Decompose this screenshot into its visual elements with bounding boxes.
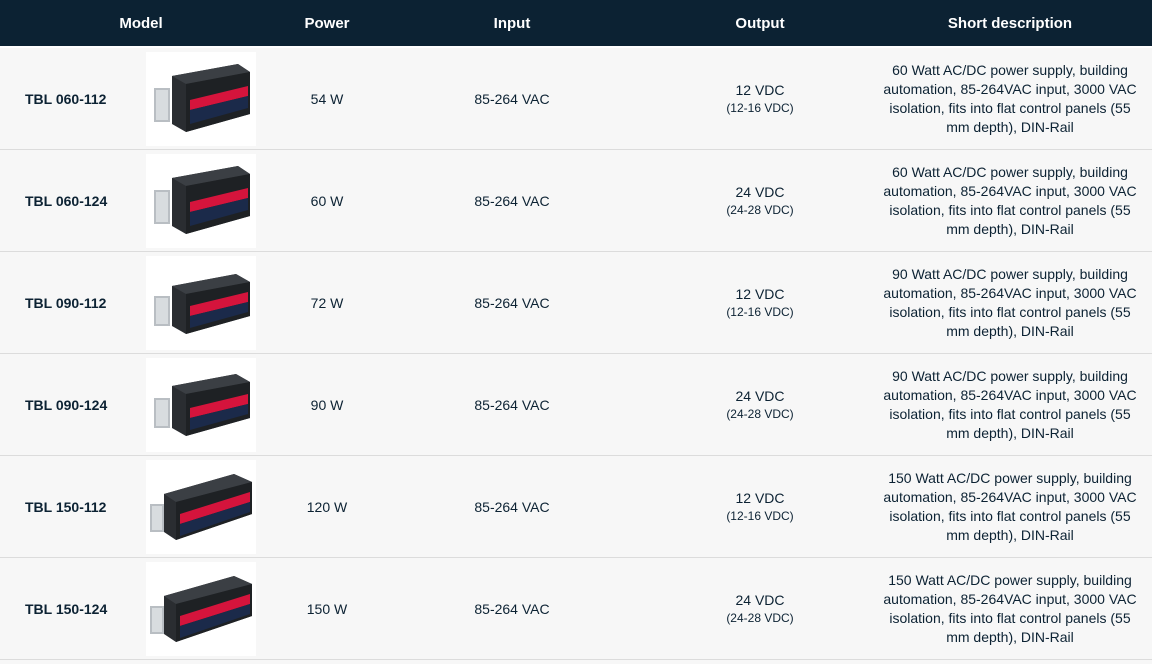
output-range: (12-16 VDC) <box>726 508 794 523</box>
table-row: TBL 090-124 90 W 85-264 VAC 24 VDC (24-2… <box>0 354 1152 456</box>
output-main: 24 VDC <box>735 591 785 608</box>
output-range: (12-16 VDC) <box>726 304 794 319</box>
input-cell: 85-264 VAC <box>474 192 550 209</box>
power-cell: 60 W <box>310 192 344 209</box>
power-cell: 150 W <box>306 600 348 617</box>
model-link[interactable]: TBL 060-112 <box>0 91 146 107</box>
din-rail-power-supply-icon <box>150 575 252 642</box>
product-image[interactable] <box>146 459 256 554</box>
table-header: Model Power Input Output Short descripti… <box>0 0 1152 48</box>
description-cell: 150 Watt AC/DC power supply, building au… <box>883 571 1137 645</box>
description-cell: 60 Watt AC/DC power supply, building aut… <box>883 61 1137 135</box>
output-cell: 24 VDC (24-28 VDC) <box>652 183 868 218</box>
table-row: TBL 150-124 150 W 85-264 VAC 24 VDC (24-… <box>0 558 1152 660</box>
description-cell: 90 Watt AC/DC power supply, building aut… <box>883 265 1137 339</box>
power-cell: 72 W <box>310 294 344 311</box>
output-cell: 24 VDC (24-28 VDC) <box>652 591 868 626</box>
description-cell: 60 Watt AC/DC power supply, building aut… <box>883 163 1137 237</box>
model-link[interactable]: TBL 150-112 <box>0 499 146 515</box>
input-cell: 85-264 VAC <box>474 294 550 311</box>
output-main: 24 VDC <box>735 387 785 404</box>
product-image[interactable] <box>146 561 256 656</box>
model-cell: TBL 090-124 <box>0 354 282 455</box>
header-input[interactable]: Input <box>372 15 652 32</box>
power-cell: 54 W <box>310 90 344 107</box>
din-rail-power-supply-icon <box>154 165 250 234</box>
product-image[interactable] <box>146 357 256 452</box>
output-main: 24 VDC <box>735 183 785 200</box>
header-power[interactable]: Power <box>282 15 372 32</box>
description-cell: 90 Watt AC/DC power supply, building aut… <box>883 367 1137 441</box>
din-rail-power-supply-icon <box>154 63 250 132</box>
output-cell: 12 VDC (12-16 VDC) <box>652 489 868 524</box>
table-row: TBL 150-112 120 W 85-264 VAC 12 VDC (12-… <box>0 456 1152 558</box>
model-cell: TBL 060-112 <box>0 48 282 149</box>
output-range: (24-28 VDC) <box>726 202 794 217</box>
din-rail-power-supply-icon <box>154 273 250 334</box>
input-cell: 85-264 VAC <box>474 90 550 107</box>
model-cell: TBL 150-124 <box>0 558 282 659</box>
input-cell: 85-264 VAC <box>474 600 550 617</box>
output-range: (12-16 VDC) <box>726 100 794 115</box>
product-image[interactable] <box>146 153 256 248</box>
output-main: 12 VDC <box>735 81 785 98</box>
input-cell: 85-264 VAC <box>474 498 550 515</box>
model-link[interactable]: TBL 090-112 <box>0 295 146 311</box>
model-link[interactable]: TBL 090-124 <box>0 397 146 413</box>
din-rail-power-supply-icon <box>154 373 250 436</box>
header-output[interactable]: Output <box>652 15 868 32</box>
product-table: Model Power Input Output Short descripti… <box>0 0 1152 660</box>
output-cell: 12 VDC (12-16 VDC) <box>652 285 868 320</box>
header-description[interactable]: Short description <box>868 15 1152 32</box>
description-cell: 150 Watt AC/DC power supply, building au… <box>883 469 1137 543</box>
table-row: TBL 090-112 72 W 85-264 VAC 12 VDC (12-1… <box>0 252 1152 354</box>
table-row: TBL 060-124 60 W 85-264 VAC 24 VDC (24-2… <box>0 150 1152 252</box>
output-range: (24-28 VDC) <box>726 610 794 625</box>
output-cell: 12 VDC (12-16 VDC) <box>652 81 868 116</box>
model-cell: TBL 090-112 <box>0 252 282 353</box>
power-cell: 120 W <box>306 498 348 515</box>
product-image[interactable] <box>146 255 256 350</box>
product-image[interactable] <box>146 51 256 146</box>
output-main: 12 VDC <box>735 285 785 302</box>
model-link[interactable]: TBL 150-124 <box>0 601 146 617</box>
output-cell: 24 VDC (24-28 VDC) <box>652 387 868 422</box>
table-row: TBL 060-112 54 W 85-264 VAC 12 VDC (12-1… <box>0 48 1152 150</box>
model-cell: TBL 060-124 <box>0 150 282 251</box>
output-range: (24-28 VDC) <box>726 406 794 421</box>
power-cell: 90 W <box>310 396 344 413</box>
header-model[interactable]: Model <box>0 15 282 32</box>
output-main: 12 VDC <box>735 489 785 506</box>
model-cell: TBL 150-112 <box>0 456 282 557</box>
model-link[interactable]: TBL 060-124 <box>0 193 146 209</box>
din-rail-power-supply-icon <box>150 473 252 540</box>
input-cell: 85-264 VAC <box>474 396 550 413</box>
